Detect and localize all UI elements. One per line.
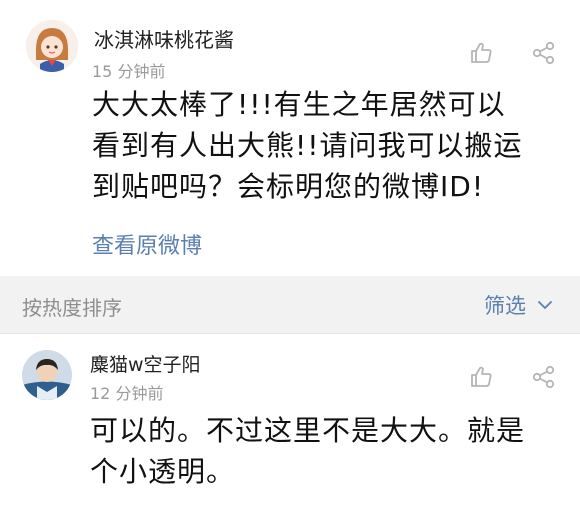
comment-text-line: 个小透明。 (90, 455, 236, 488)
comment-text-line: 到贴吧吗？会标明您的微博ID! (92, 170, 485, 203)
avatar[interactable] (26, 20, 78, 72)
sort-bar: 按热度排序 筛选 (0, 276, 580, 334)
filter-label: 筛选 (484, 294, 526, 318)
comment-text: 可以的。不过这里不是大大。就是 个小透明。 (90, 410, 560, 492)
comment-time: 15 分钟前 (92, 62, 166, 81)
share-icon[interactable] (531, 364, 557, 390)
comment-username[interactable]: 冰淇淋味桃花酱 (94, 24, 234, 53)
chevron-down-icon (538, 301, 552, 309)
comment-text: 大大太棒了!!!有生之年居然可以 看到有人出大熊!!请问我可以搬运 到贴吧吗？会… (92, 84, 562, 207)
thumbs-up-icon[interactable] (468, 364, 494, 390)
comment-username[interactable]: 麋猫w空子阳 (90, 350, 201, 377)
comment-time: 12 分钟前 (90, 384, 164, 403)
comment-text-line: 大大太棒了!!!有生之年居然可以 (92, 88, 506, 121)
avatar-girl-illustration (26, 20, 78, 72)
thumbs-up-icon[interactable] (468, 40, 494, 66)
comment-text-line: 可以的。不过这里不是大大。就是 (90, 414, 526, 447)
filter-button[interactable]: 筛选 (484, 290, 552, 320)
share-icon[interactable] (531, 40, 557, 66)
avatar[interactable] (22, 350, 72, 400)
sort-by-hotness[interactable]: 按热度排序 (22, 292, 122, 321)
comment-text-line: 看到有人出大熊!!请问我可以搬运 (92, 129, 523, 162)
view-original-weibo-link[interactable]: 查看原微博 (92, 228, 202, 260)
avatar-photo (22, 350, 72, 400)
comment-card-1: 冰淇淋味桃花酱 15 分钟前 大大太棒了!!!有生之年居然可以 看到有人出大熊!… (0, 0, 580, 276)
